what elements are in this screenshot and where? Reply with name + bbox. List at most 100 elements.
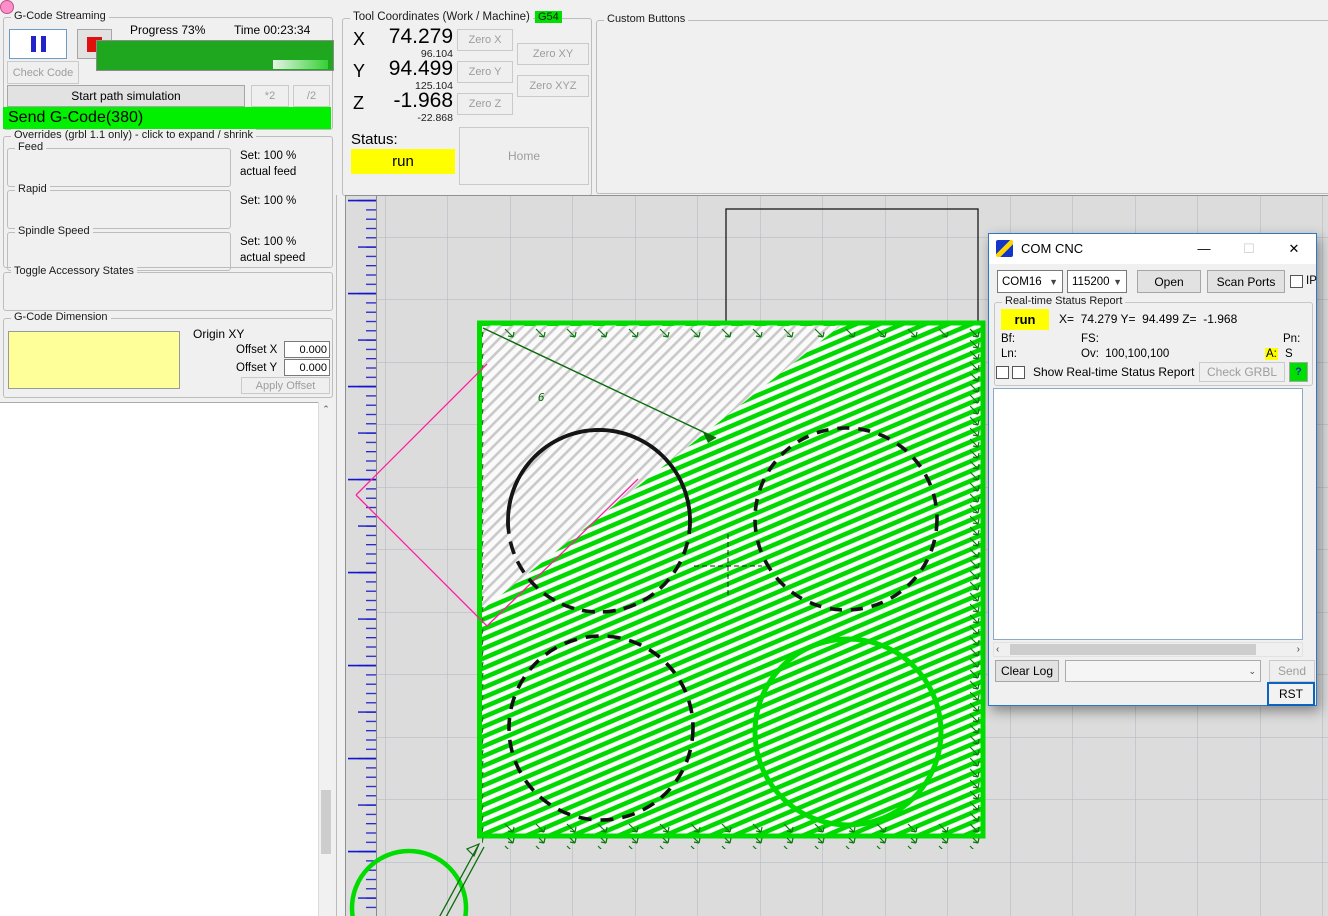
offset-x-label: Offset X <box>236 344 277 356</box>
speed-x2-button[interactable]: *2 <box>251 85 289 107</box>
accessory-s-value: S <box>1285 348 1293 360</box>
chevron-down-icon: ▼ <box>1049 277 1062 287</box>
ip-checkbox[interactable] <box>1290 275 1303 288</box>
feed-set-label: Set: 100 % <box>240 150 296 162</box>
open-button[interactable]: Open <box>1137 270 1201 293</box>
rst-button[interactable]: RST <box>1267 682 1315 706</box>
overrides-title: Overrides (grbl 1.1 only) - click to exp… <box>11 129 256 141</box>
port-select[interactable]: COM16▼ <box>997 270 1063 293</box>
feed-actual-label: actual feed <box>240 166 296 178</box>
spindle-title: Spindle Speed <box>15 225 93 237</box>
command-input[interactable]: ⌄ <box>1065 660 1261 682</box>
axis-z-machine: -22.868 <box>343 112 453 124</box>
custom-buttons-title: Custom Buttons <box>604 13 688 25</box>
pn-label: Pn: <box>1283 333 1300 345</box>
maximize-button[interactable]: ☐ <box>1227 234 1271 263</box>
panel-canvas-divider <box>336 195 337 916</box>
help-button[interactable]: ? <box>1289 362 1308 382</box>
send-button[interactable]: Send <box>1269 660 1315 682</box>
send-gcode-button[interactable]: Send G-Code(380) <box>3 107 331 129</box>
serial-log[interactable] <box>993 388 1303 640</box>
menu-bar <box>0 0 1328 11</box>
progress-label: Progress 73% <box>130 23 205 37</box>
zero-y-button[interactable]: Zero Y <box>457 61 513 83</box>
zero-xyz-button[interactable]: Zero XYZ <box>517 75 589 97</box>
log-hscrollbar-thumb[interactable] <box>1010 644 1256 655</box>
custom-buttons-group: Custom Buttons <box>596 20 1328 194</box>
pause-button[interactable] <box>9 29 67 59</box>
status-label: Status: <box>351 131 398 148</box>
pause-icon <box>41 36 46 52</box>
time-label: Time 00:23:34 <box>234 23 310 37</box>
dimension-title: G-Code Dimension <box>11 311 111 323</box>
check-grbl-button[interactable]: Check GRBL <box>1199 362 1285 382</box>
dialog-title: COM CNC <box>1021 241 1083 256</box>
ln-label: Ln: <box>1001 348 1017 360</box>
scroll-right-icon[interactable]: › <box>1297 643 1300 656</box>
axis-x-work: 74.279 <box>343 25 453 49</box>
pause-icon <box>31 36 36 52</box>
ov-value: Ov: 100,100,100 <box>1081 348 1169 360</box>
offset-x-input[interactable] <box>284 341 330 358</box>
progress-buffer-bar <box>273 60 328 69</box>
progress-bar <box>96 40 334 71</box>
baud-select[interactable]: 115200▼ <box>1067 270 1127 293</box>
scroll-up-icon[interactable]: ⌃ <box>319 402 333 416</box>
scroll-left-icon[interactable]: ‹ <box>996 643 999 656</box>
gcode-scrollbar[interactable]: ⌃ <box>318 402 333 916</box>
dialog-coords: X= 74.279 Y= 94.499 Z= -1.968 <box>1059 312 1237 326</box>
status-value: run <box>351 149 455 174</box>
rapid-set-label: Set: 100 % <box>240 195 296 207</box>
apply-offset-button[interactable]: Apply Offset <box>241 377 330 394</box>
g54-badge: G54 <box>535 11 562 23</box>
check-code-button[interactable]: Check Code <box>7 61 79 84</box>
offset-y-input[interactable] <box>284 359 330 376</box>
group-title: G-Code Streaming <box>11 10 109 22</box>
gcode-listing[interactable] <box>0 402 318 916</box>
tool-coordinates-group: Tool Coordinates (Work / Machine) G54 X … <box>342 18 592 196</box>
ip-label: IP <box>1306 275 1317 287</box>
rapid-group: Rapid <box>7 190 231 229</box>
axis-z-work: -1.968 <box>343 89 453 113</box>
status-report-title: Real-time Status Report <box>1002 295 1125 307</box>
baud-value: 115200 <box>1072 276 1110 288</box>
com-cnc-dialog[interactable]: COM CNC — ☐ ✕ COM16▼ 115200▼ Open Scan P… <box>988 233 1317 706</box>
tool-coordinates-title: Tool Coordinates (Work / Machine) <box>350 11 533 23</box>
start-simulation-button[interactable]: Start path simulation <box>7 85 245 107</box>
accessory-title: Toggle Accessory States <box>11 265 137 277</box>
bf-label: Bf: <box>1001 333 1015 345</box>
zero-x-button[interactable]: Zero X <box>457 29 513 51</box>
clear-log-button[interactable]: Clear Log <box>995 660 1059 682</box>
gcode-scrollbar-thumb[interactable] <box>321 790 331 854</box>
accessory-a-label: A: <box>1265 348 1278 360</box>
dimension-table <box>8 331 180 389</box>
current-line-marker <box>0 0 14 14</box>
zero-z-button[interactable]: Zero Z <box>457 93 513 115</box>
spindle-set-label: Set: 100 % <box>240 236 296 248</box>
dialog-title-bar[interactable]: COM CNC — ☐ ✕ <box>989 234 1316 264</box>
log-hscrollbar[interactable]: ‹ › <box>993 642 1303 657</box>
show-report-checkbox[interactable] <box>996 366 1009 379</box>
fs-label: FS: <box>1081 333 1099 345</box>
chevron-down-icon: ⌄ <box>1248 666 1260 677</box>
origin-xy-label: Origin XY <box>193 327 244 341</box>
spindle-actual-label: actual speed <box>240 252 305 264</box>
minimize-button[interactable]: — <box>1182 234 1226 263</box>
feed-title: Feed <box>15 141 46 153</box>
app-window: { "menu": {"items": [ {"label":"File","e… <box>0 0 1328 916</box>
chevron-down-icon: ▼ <box>1113 277 1126 287</box>
home-button[interactable]: Home <box>459 127 589 185</box>
rapid-title: Rapid <box>15 183 50 195</box>
show-report-checkbox-2[interactable] <box>1012 366 1025 379</box>
speed-div2-button[interactable]: /2 <box>293 85 330 107</box>
scan-ports-button[interactable]: Scan Ports <box>1207 270 1285 293</box>
path-number-label: 6 <box>538 392 545 405</box>
dialog-status: run <box>1001 309 1049 330</box>
app-icon <box>996 240 1013 257</box>
zero-xy-button[interactable]: Zero XY <box>517 43 589 65</box>
close-button[interactable]: ✕ <box>1272 234 1316 263</box>
axis-y-work: 94.499 <box>343 57 453 81</box>
feed-group: Feed <box>7 148 231 187</box>
offset-y-label: Offset Y <box>236 362 277 374</box>
dimension-group: G-Code Dimension Origin XY Offset X Offs… <box>3 318 333 398</box>
